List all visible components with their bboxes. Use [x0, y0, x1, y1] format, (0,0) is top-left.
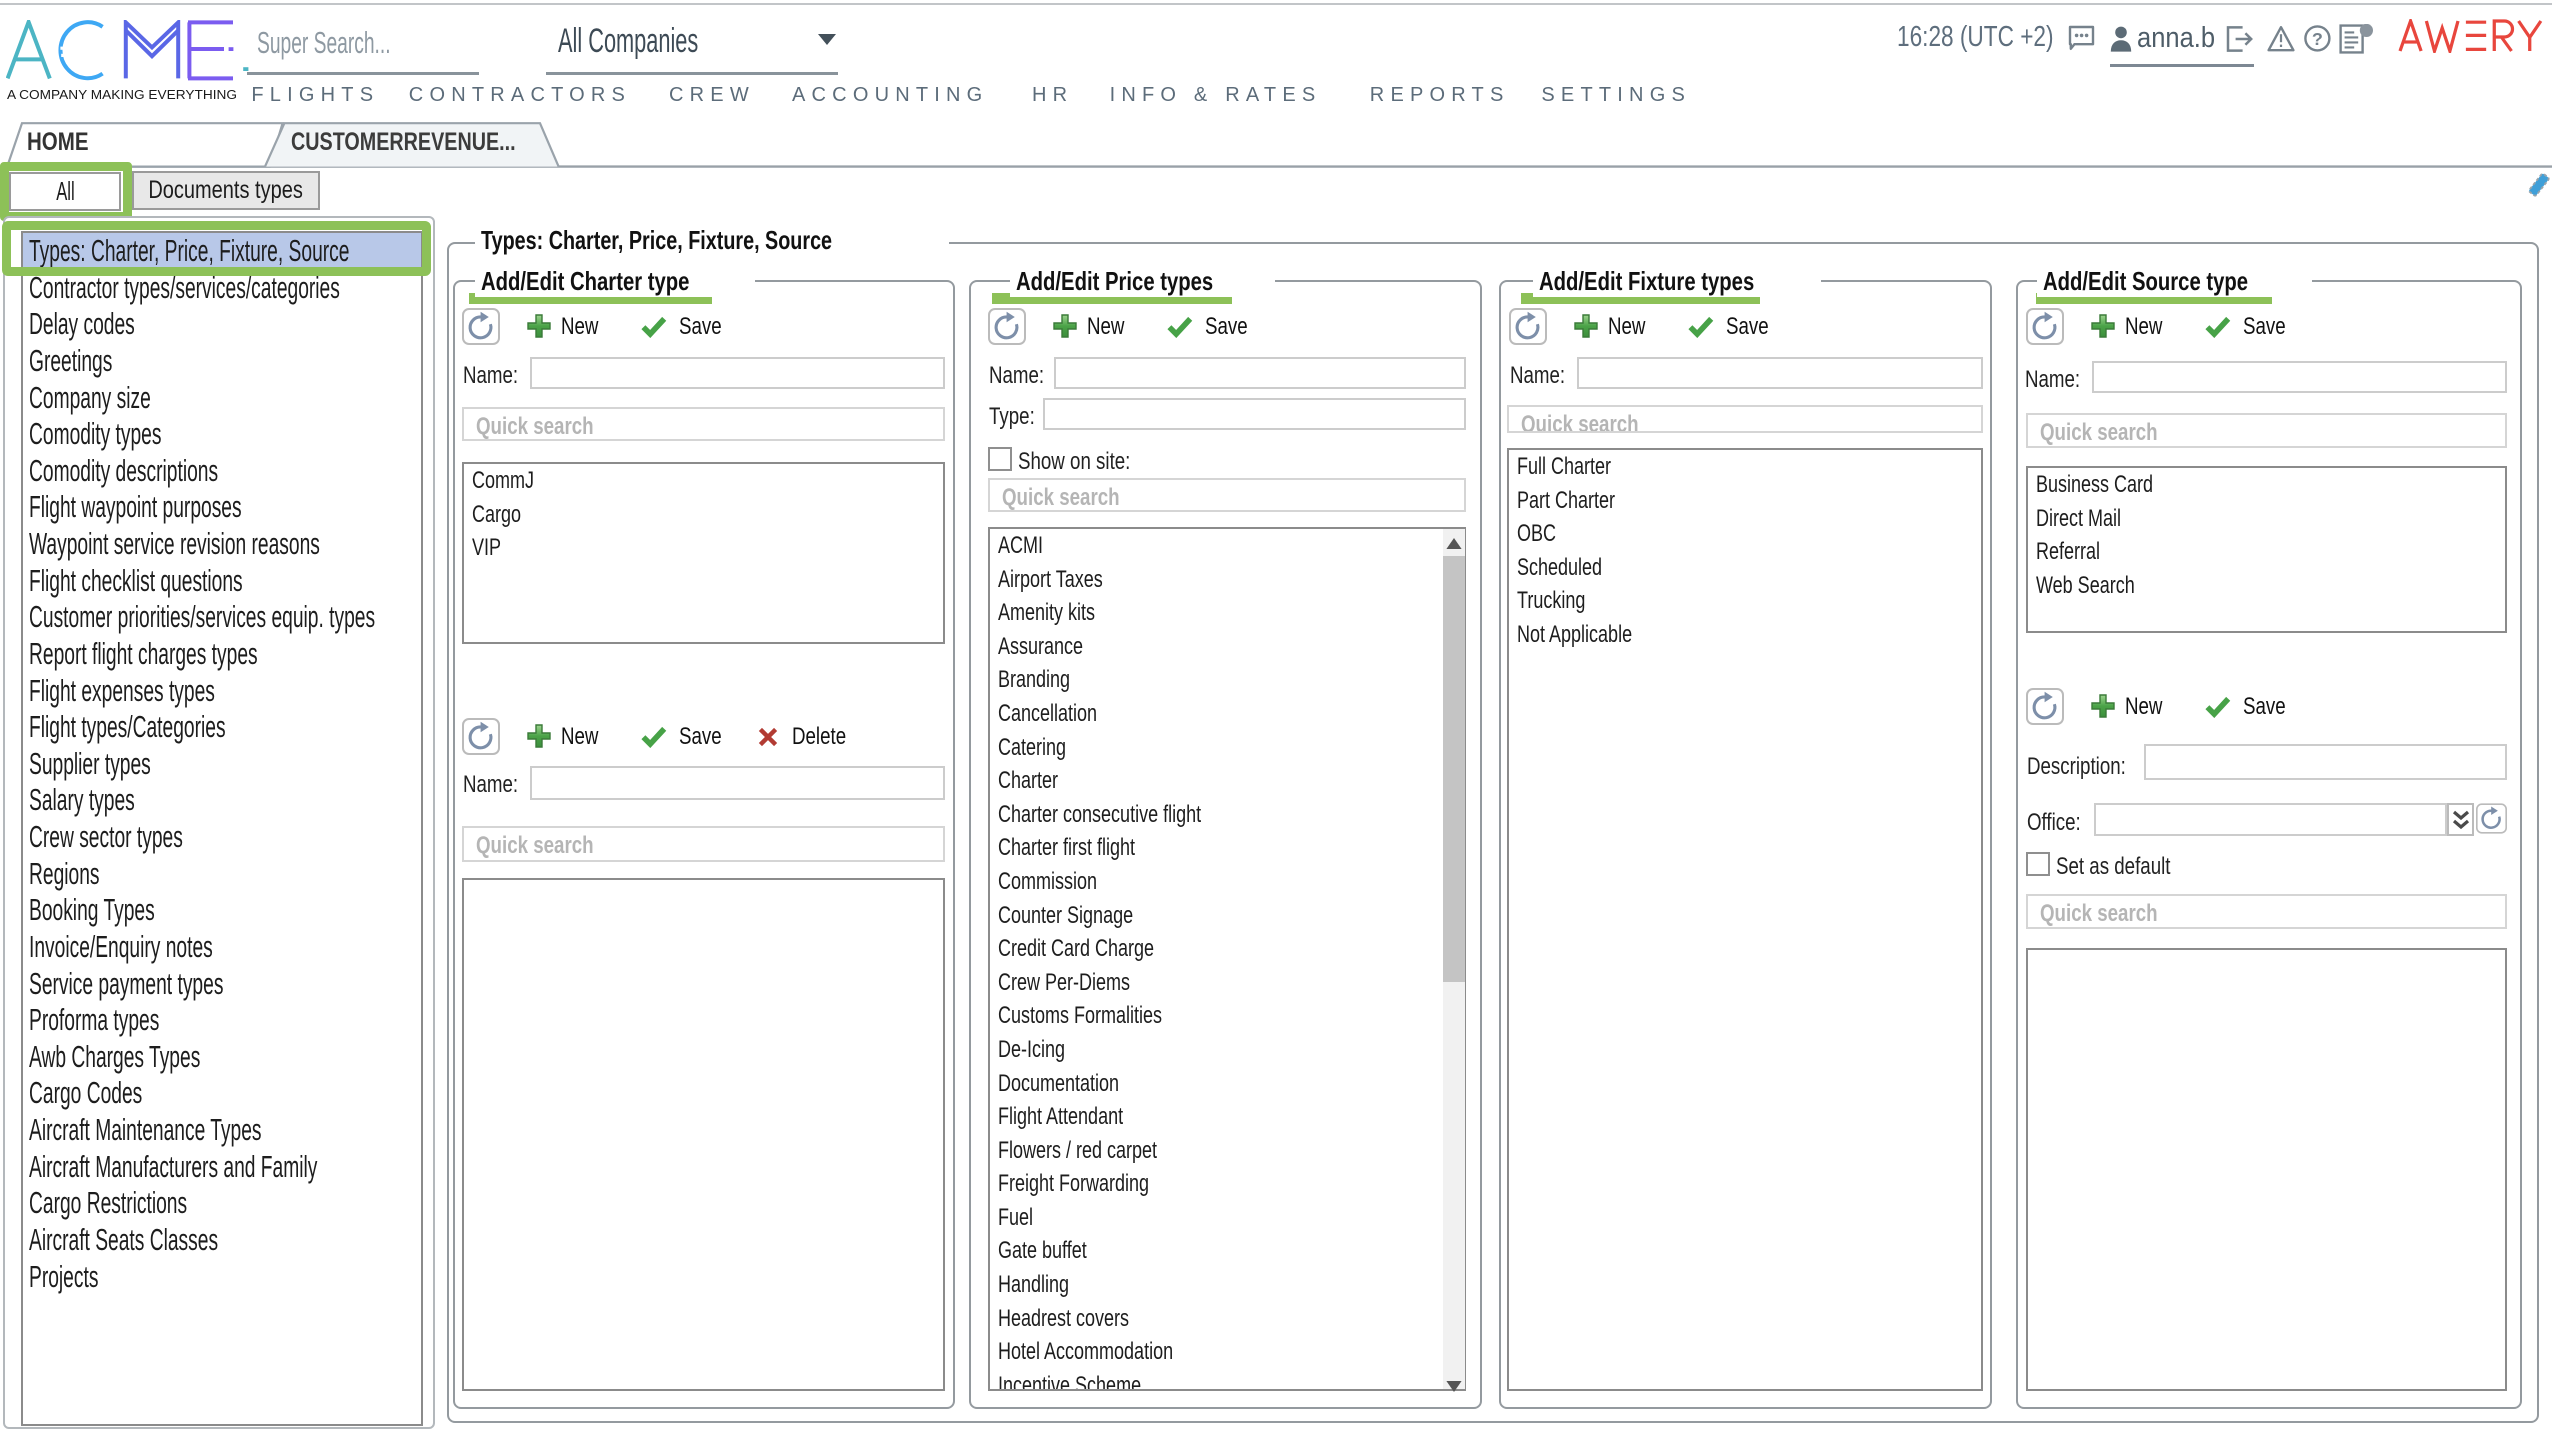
svg-text:?: ? [2312, 29, 2323, 49]
svg-text:A COMPANY MAKING EVERYTHING: A COMPANY MAKING EVERYTHING [7, 88, 237, 102]
